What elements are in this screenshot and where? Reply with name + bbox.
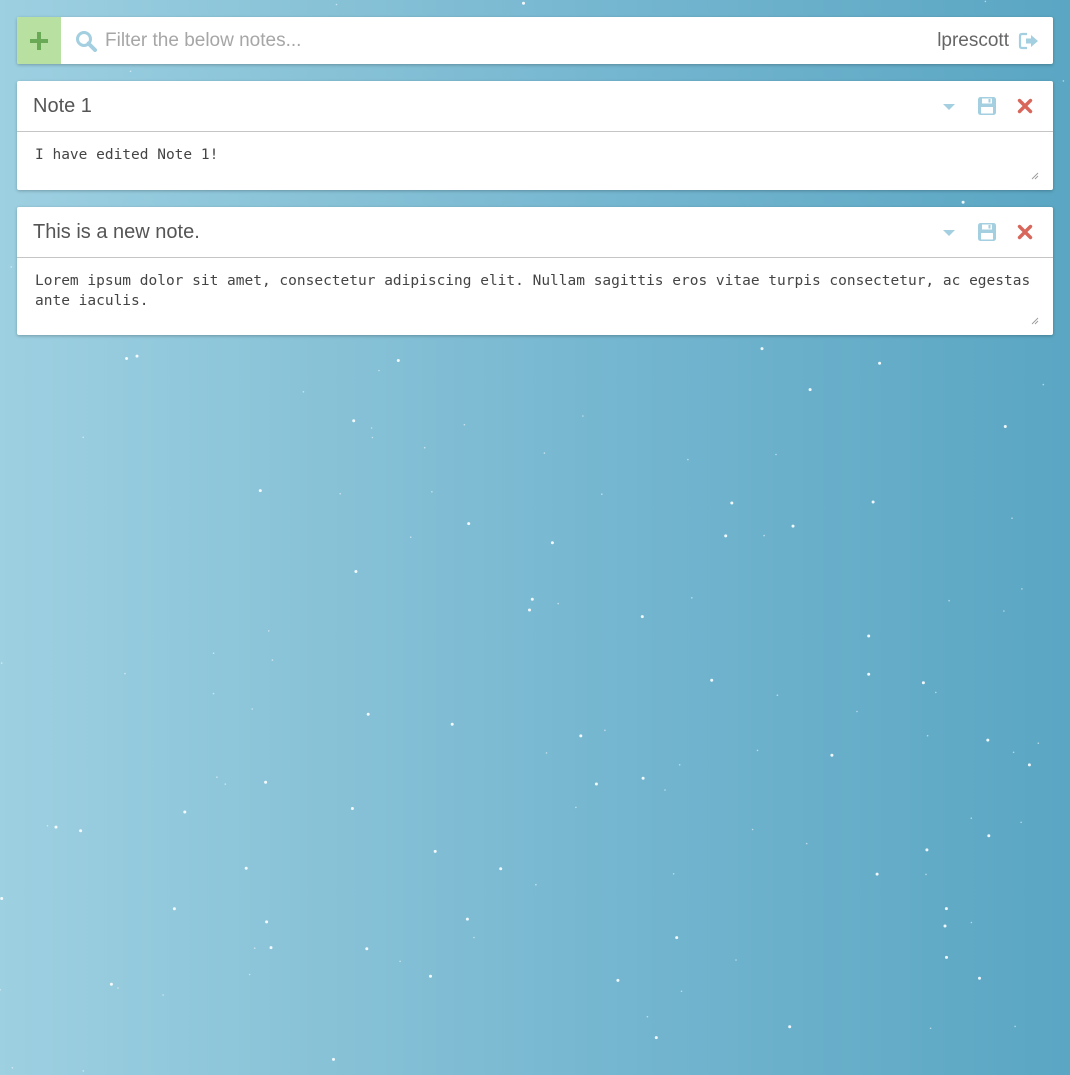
delete-button[interactable] — [1011, 218, 1039, 246]
caret-down-icon — [943, 230, 955, 236]
note-card: This is a new note. Lorem ipsum dolor si… — [17, 207, 1053, 335]
notes-app: lprescott Note 1 — [17, 17, 1053, 335]
collapse-button[interactable] — [935, 92, 963, 120]
save-button[interactable] — [973, 218, 1001, 246]
save-button[interactable] — [973, 92, 1001, 120]
caret-down-icon — [943, 104, 955, 110]
note-header: This is a new note. — [17, 207, 1053, 258]
note-header: Note 1 — [17, 81, 1053, 132]
note-card: Note 1 I have edited Note 1! — [17, 81, 1053, 190]
delete-button[interactable] — [1011, 92, 1039, 120]
logout-icon[interactable] — [1017, 29, 1041, 53]
floppy-disk-icon — [978, 223, 996, 241]
note-body: I have edited Note 1! — [17, 132, 1053, 190]
add-note-button[interactable] — [17, 17, 61, 64]
floppy-disk-icon — [978, 97, 996, 115]
note-title[interactable]: Note 1 — [17, 95, 925, 118]
note-body: Lorem ipsum dolor sit amet, consectetur … — [17, 258, 1053, 335]
note-actions — [925, 218, 1039, 246]
toolbar: lprescott — [17, 17, 1053, 64]
username-label: lprescott — [937, 29, 1009, 51]
resize-grip-icon[interactable] — [1031, 317, 1039, 325]
resize-grip-icon[interactable] — [1031, 172, 1039, 180]
note-title[interactable]: This is a new note. — [17, 221, 925, 244]
plus-icon — [30, 31, 48, 50]
close-icon — [1017, 224, 1033, 240]
note-actions — [925, 92, 1039, 120]
note-textarea[interactable]: I have edited Note 1! — [17, 132, 1053, 190]
search-input[interactable] — [99, 20, 938, 61]
close-icon — [1017, 98, 1033, 114]
note-textarea[interactable]: Lorem ipsum dolor sit amet, consectetur … — [17, 258, 1053, 335]
collapse-button[interactable] — [935, 218, 963, 246]
search-icon — [73, 28, 99, 54]
